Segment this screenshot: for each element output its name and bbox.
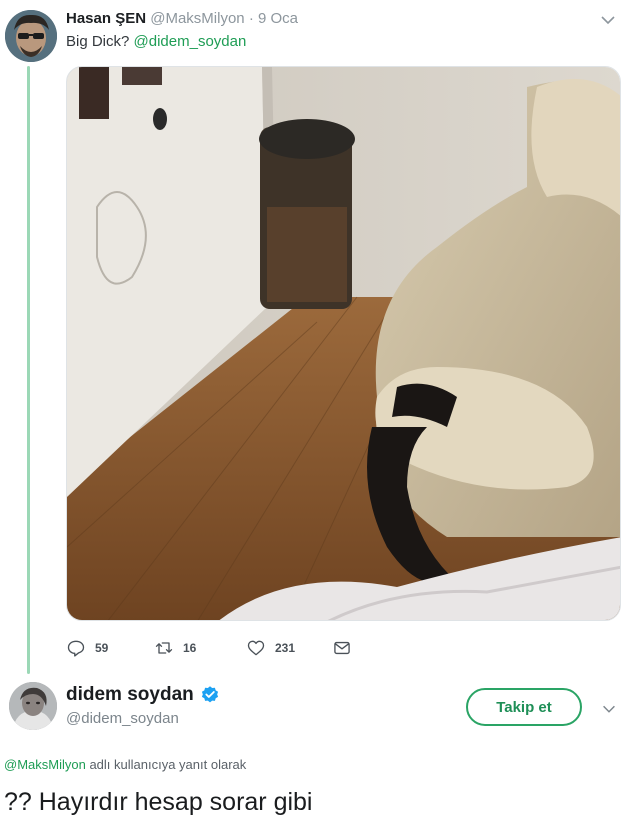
tweet-actions: 59 16 231 xyxy=(66,636,366,660)
separator-dot: · xyxy=(248,10,254,27)
thread-connector-line xyxy=(27,66,30,674)
reply-author-row: didem soydan xyxy=(66,684,220,706)
tweet-media-image[interactable] xyxy=(66,66,621,621)
follow-button[interactable]: Takip et xyxy=(466,688,582,726)
retweet-icon xyxy=(155,642,173,654)
author-name[interactable]: Hasan ŞEN xyxy=(66,10,146,27)
reply-icon xyxy=(67,640,85,657)
tweet-text: Big Dick? @didem_soydan xyxy=(66,33,246,50)
chevron-down-icon[interactable] xyxy=(600,700,618,718)
like-count: 231 xyxy=(275,641,296,655)
reply-action[interactable]: 59 xyxy=(66,636,108,660)
reply-count: 59 xyxy=(95,641,109,655)
chevron-down-icon[interactable] xyxy=(598,10,618,30)
reply-context-text: adlı kullanıcıya yanıt olarak xyxy=(89,757,247,772)
avatar[interactable] xyxy=(5,10,57,62)
reply-context: @MaksMilyon adlı kullanıcıya yanıt olara… xyxy=(4,757,246,772)
tweet-date[interactable]: 9 Oca xyxy=(258,10,298,27)
tweet-header: Hasan ŞEN @MaksMilyon · 9 Oca xyxy=(66,10,298,27)
message-icon xyxy=(334,641,350,655)
mention-link[interactable]: @didem_soydan xyxy=(134,33,247,50)
avatar[interactable] xyxy=(9,682,57,730)
like-action[interactable]: 231 xyxy=(246,636,295,660)
author-handle[interactable]: @MaksMilyon xyxy=(150,10,244,27)
retweet-action[interactable]: 16 xyxy=(154,636,196,660)
heart-icon xyxy=(247,640,265,656)
mention-link[interactable]: @MaksMilyon xyxy=(4,757,86,772)
author-handle[interactable]: @didem_soydan xyxy=(66,710,179,727)
tweet-text-content: Big Dick? xyxy=(66,33,130,50)
author-name[interactable]: didem soydan xyxy=(66,684,194,706)
message-action[interactable] xyxy=(332,636,361,660)
verified-badge-icon xyxy=(201,686,218,703)
reply-text: ?? Hayırdır hesap sorar gibi xyxy=(4,788,313,816)
retweet-count: 16 xyxy=(183,641,197,655)
